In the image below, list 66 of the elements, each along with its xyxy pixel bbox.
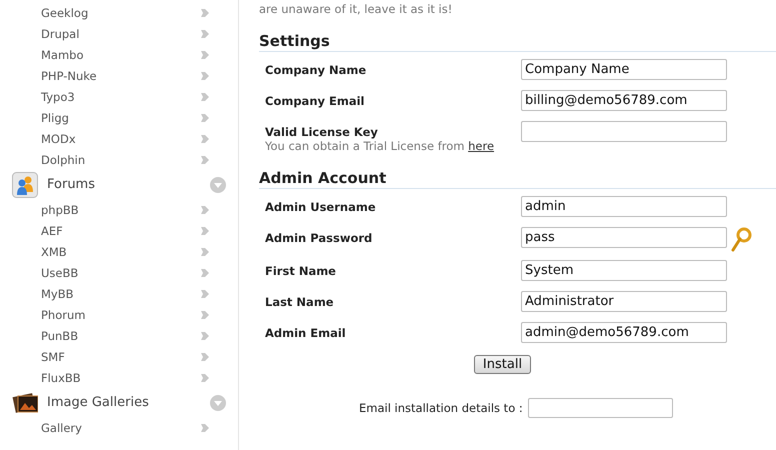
text-field[interactable]: admin@demo56789.com bbox=[521, 322, 727, 343]
arrow-right-icon bbox=[201, 246, 209, 256]
arrow-right-icon bbox=[201, 422, 209, 432]
text-field[interactable]: admin bbox=[521, 196, 727, 217]
sidebar-item[interactable]: FluxBB bbox=[41, 370, 81, 384]
sidebar-item[interactable]: UseBB bbox=[41, 266, 78, 280]
install-button[interactable]: Install bbox=[474, 355, 532, 374]
sidebar-item[interactable]: MODx bbox=[41, 132, 76, 146]
category-header[interactable]: Image Galleries bbox=[0, 388, 238, 417]
arrow-right-icon bbox=[201, 92, 209, 102]
arrow-right-icon bbox=[201, 28, 209, 38]
field-label: Last Name bbox=[265, 295, 335, 309]
sidebar-item[interactable]: Mambo bbox=[41, 48, 84, 62]
field-label: Admin Email bbox=[265, 326, 347, 340]
arrow-right-icon bbox=[201, 288, 209, 298]
arrow-right-icon bbox=[201, 154, 209, 164]
section-heading: Settings bbox=[259, 32, 776, 52]
chevron-down-icon bbox=[210, 176, 226, 192]
sidebar-item[interactable]: phpBB bbox=[41, 202, 79, 216]
people-icon bbox=[12, 172, 38, 198]
arrow-right-icon bbox=[201, 70, 209, 80]
sidebar-item[interactable]: Gallery bbox=[41, 420, 82, 434]
field-label: Admin Username bbox=[265, 200, 377, 214]
sidebar-item[interactable]: Pligg bbox=[41, 110, 69, 124]
arrow-right-icon bbox=[201, 134, 209, 144]
field-label: Company Email bbox=[265, 94, 366, 108]
field-label: Email installation details to : bbox=[359, 401, 523, 415]
arrow-right-icon bbox=[201, 8, 209, 18]
sidebar-item[interactable]: Geeklog bbox=[41, 6, 88, 20]
text-field[interactable]: Company Name bbox=[521, 59, 727, 80]
sidebar-item[interactable]: PunBB bbox=[41, 328, 78, 342]
text-field[interactable]: billing@demo56789.com bbox=[521, 90, 727, 111]
sidebar-item[interactable]: Typo3 bbox=[41, 90, 75, 104]
arrow-right-icon bbox=[201, 226, 209, 236]
field-label: Company Name bbox=[265, 63, 368, 77]
chevron-down-icon bbox=[210, 394, 226, 410]
arrow-right-icon bbox=[201, 50, 209, 60]
arrow-right-icon bbox=[201, 330, 209, 340]
text-field[interactable] bbox=[521, 121, 727, 142]
arrow-right-icon bbox=[201, 204, 209, 214]
category-header[interactable]: Forums bbox=[0, 170, 238, 199]
text-field[interactable]: Administrator bbox=[521, 291, 727, 312]
field-label: Admin Password bbox=[265, 231, 374, 245]
arrow-right-icon bbox=[201, 372, 209, 382]
sidebar-item[interactable]: XMB bbox=[41, 244, 67, 258]
text-field[interactable]: System bbox=[521, 260, 727, 281]
sidebar-item[interactable]: Drupal bbox=[41, 26, 80, 40]
arrow-right-icon bbox=[201, 352, 209, 362]
section-heading: Admin Account bbox=[259, 169, 776, 189]
field-label: First Name bbox=[265, 264, 337, 278]
field-label: Valid License Key bbox=[265, 125, 379, 139]
sidebar-item[interactable]: MyBB bbox=[41, 286, 74, 300]
here-link[interactable]: here bbox=[468, 139, 494, 153]
email-field[interactable] bbox=[528, 398, 673, 418]
key-icon bbox=[730, 227, 752, 253]
intro-text: are unaware of it, leave it as it is! bbox=[259, 2, 454, 16]
hint-text: You can obtain a Trial License from here bbox=[265, 139, 496, 153]
sidebar-item[interactable]: Dolphin bbox=[41, 152, 86, 166]
sidebar-item[interactable]: AEF bbox=[41, 224, 63, 238]
password-field[interactable]: pass bbox=[521, 227, 727, 248]
arrow-right-icon bbox=[201, 268, 209, 278]
arrow-right-icon bbox=[201, 112, 209, 122]
arrow-right-icon bbox=[201, 310, 209, 320]
sidebar-item[interactable]: PHP-Nuke bbox=[41, 68, 97, 82]
sidebar-item[interactable]: Phorum bbox=[41, 308, 86, 322]
sidebar-item[interactable]: SMF bbox=[41, 350, 65, 364]
